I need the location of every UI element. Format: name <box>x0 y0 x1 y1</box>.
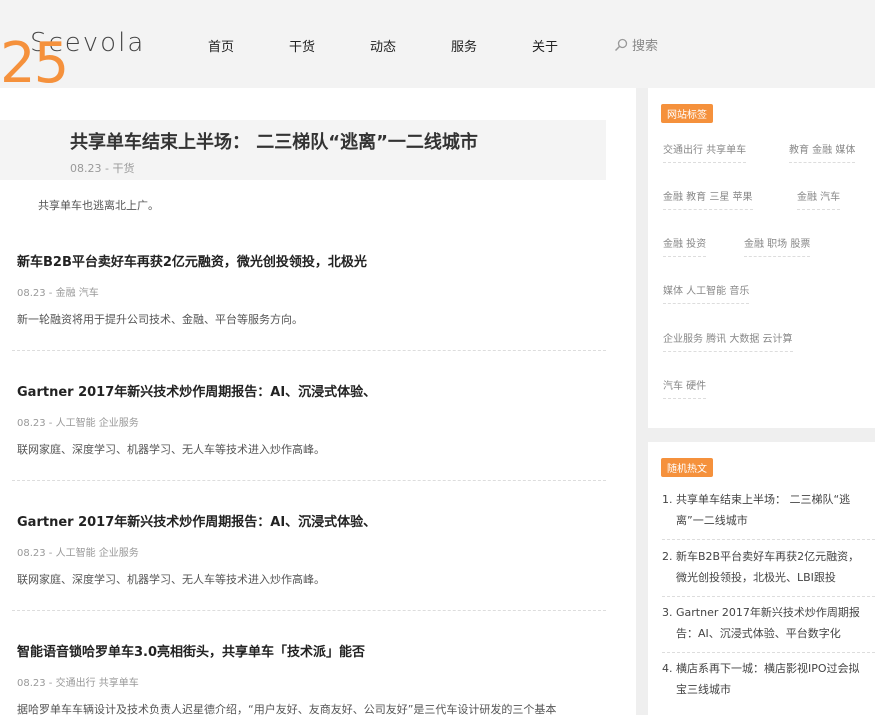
hot-post-line: 3. Gartner 2017年新兴技术炒作周期报 <box>662 606 860 619</box>
featured-day-number: 25 <box>0 31 69 96</box>
search-label: 搜索 <box>632 39 659 54</box>
article-summary: 据哈罗单车车辆设计及技术负责人迟星德介绍，“用户友好、友商友好、公司友好”是三代… <box>17 703 557 715</box>
nav-about[interactable]: 关于 <box>532 36 558 55</box>
article-title[interactable]: Gartner 2017年新兴技术炒作周期报告：AI、沉浸式体验、 <box>17 381 607 400</box>
article-title[interactable]: Gartner 2017年新兴技术炒作周期报告：AI、沉浸式体验、 <box>17 511 607 530</box>
hot-post-item[interactable]: 2. 新车B2B平台卖好车再获2亿元融资， 微光创投领投，北极光、LBI跟投 <box>662 546 875 588</box>
hot-post-line: 微光创投领投，北极光、LBI跟投 <box>676 571 836 584</box>
article-summary: 联网家庭、深度学习、机器学习、无人车等技术进入炒作高峰。 <box>17 443 325 456</box>
article-divider <box>12 350 606 351</box>
article-item: Gartner 2017年新兴技术炒作周期报告：AI、沉浸式体验、 08.23 … <box>17 381 607 457</box>
featured-summary: 共享单车也逃离北上广。 <box>38 199 159 212</box>
hot-post-divider <box>662 539 875 540</box>
article-item: 智能语音锁哈罗单车3.0亮相街头，共享单车「技术派」能否 08.23 - 交通出… <box>17 641 607 715</box>
hot-post-line: 离”一二线城市 <box>676 514 748 527</box>
hot-post-line: 告：AI、沉浸式体验、平台数字化 <box>676 627 841 640</box>
article-summary: 联网家庭、深度学习、机器学习、无人车等技术进入炒作高峰。 <box>17 573 325 586</box>
tag-group[interactable]: 媒体 人工智能 音乐 <box>663 282 750 304</box>
article-meta: 08.23 - 交通出行 共享单车 <box>17 678 139 689</box>
article-divider <box>12 610 606 611</box>
hot-post-line: 宝三线城市 <box>676 683 731 696</box>
article-meta: 08.23 - 金融 汽车 <box>17 288 99 299</box>
nav-tips[interactable]: 干货 <box>289 36 315 55</box>
featured-title[interactable]: 共享单车结束上半场： 二三梯队“逃离”一二线城市 <box>70 128 478 154</box>
tag-group[interactable]: 金融 汽车 <box>797 188 841 210</box>
hot-post-item[interactable]: 4. 横店系再下一城：横店影视IPO过会拟 宝三线城市 <box>662 658 875 700</box>
hot-posts-title: 随机热文 <box>661 458 713 477</box>
nav-home[interactable]: 首页 <box>208 36 234 55</box>
tag-group[interactable]: 教育 金融 媒体 <box>789 141 856 163</box>
site-header: Scevola 首页 干货 动态 服务 关于 搜索 <box>0 0 875 88</box>
hot-post-item[interactable]: 1. 共享单车结束上半场： 二三梯队“逃 离”一二线城市 <box>662 489 875 531</box>
hot-post-divider <box>662 652 875 653</box>
tag-group[interactable]: 金融 投资 <box>663 235 707 257</box>
tags-card-title: 网站标签 <box>661 104 713 123</box>
hot-post-divider <box>662 596 875 597</box>
search-icon <box>614 38 628 52</box>
nav-services[interactable]: 服务 <box>451 36 477 55</box>
article-title[interactable]: 智能语音锁哈罗单车3.0亮相街头，共享单车「技术派」能否 <box>17 641 607 660</box>
article-divider <box>12 480 606 481</box>
article-item: Gartner 2017年新兴技术炒作周期报告：AI、沉浸式体验、 08.23 … <box>17 511 607 587</box>
hot-post-line: 2. 新车B2B平台卖好车再获2亿元融资， <box>662 550 860 563</box>
hot-post-item[interactable]: 3. Gartner 2017年新兴技术炒作周期报 告：AI、沉浸式体验、平台数… <box>662 602 875 644</box>
featured-meta: 08.23 - 干货 <box>70 162 135 175</box>
tag-group[interactable]: 交通出行 共享单车 <box>663 141 747 163</box>
article-meta: 08.23 - 人工智能 企业服务 <box>17 548 139 559</box>
hot-post-line: 1. 共享单车结束上半场： 二三梯队“逃 <box>662 493 851 506</box>
tag-group[interactable]: 企业服务 腾讯 大数据 云计算 <box>663 330 793 352</box>
article-title[interactable]: 新车B2B平台卖好车再获2亿元融资，微光创投领投，北极光 <box>17 251 607 270</box>
article-summary: 新一轮融资将用于提升公司技术、金融、平台等服务方向。 <box>17 313 303 326</box>
search-button[interactable]: 搜索 <box>614 35 658 54</box>
tag-group[interactable]: 金融 职场 股票 <box>744 235 811 257</box>
article-meta: 08.23 - 人工智能 企业服务 <box>17 418 139 429</box>
hot-post-line: 4. 横店系再下一城：横店影视IPO过会拟 <box>662 662 860 675</box>
tag-group[interactable]: 金融 教育 三星 苹果 <box>663 188 753 210</box>
nav-news[interactable]: 动态 <box>370 36 396 55</box>
article-item: 新车B2B平台卖好车再获2亿元融资，微光创投领投，北极光 08.23 - 金融 … <box>17 251 607 327</box>
tags-card: 网站标签 交通出行 共享单车 教育 金融 媒体 金融 教育 三星 苹果 金融 汽… <box>648 88 875 428</box>
hot-posts-card: 随机热文 1. 共享单车结束上半场： 二三梯队“逃 离”一二线城市 2. 新车B… <box>648 442 875 715</box>
tag-group[interactable]: 汽车 硬件 <box>663 377 707 399</box>
